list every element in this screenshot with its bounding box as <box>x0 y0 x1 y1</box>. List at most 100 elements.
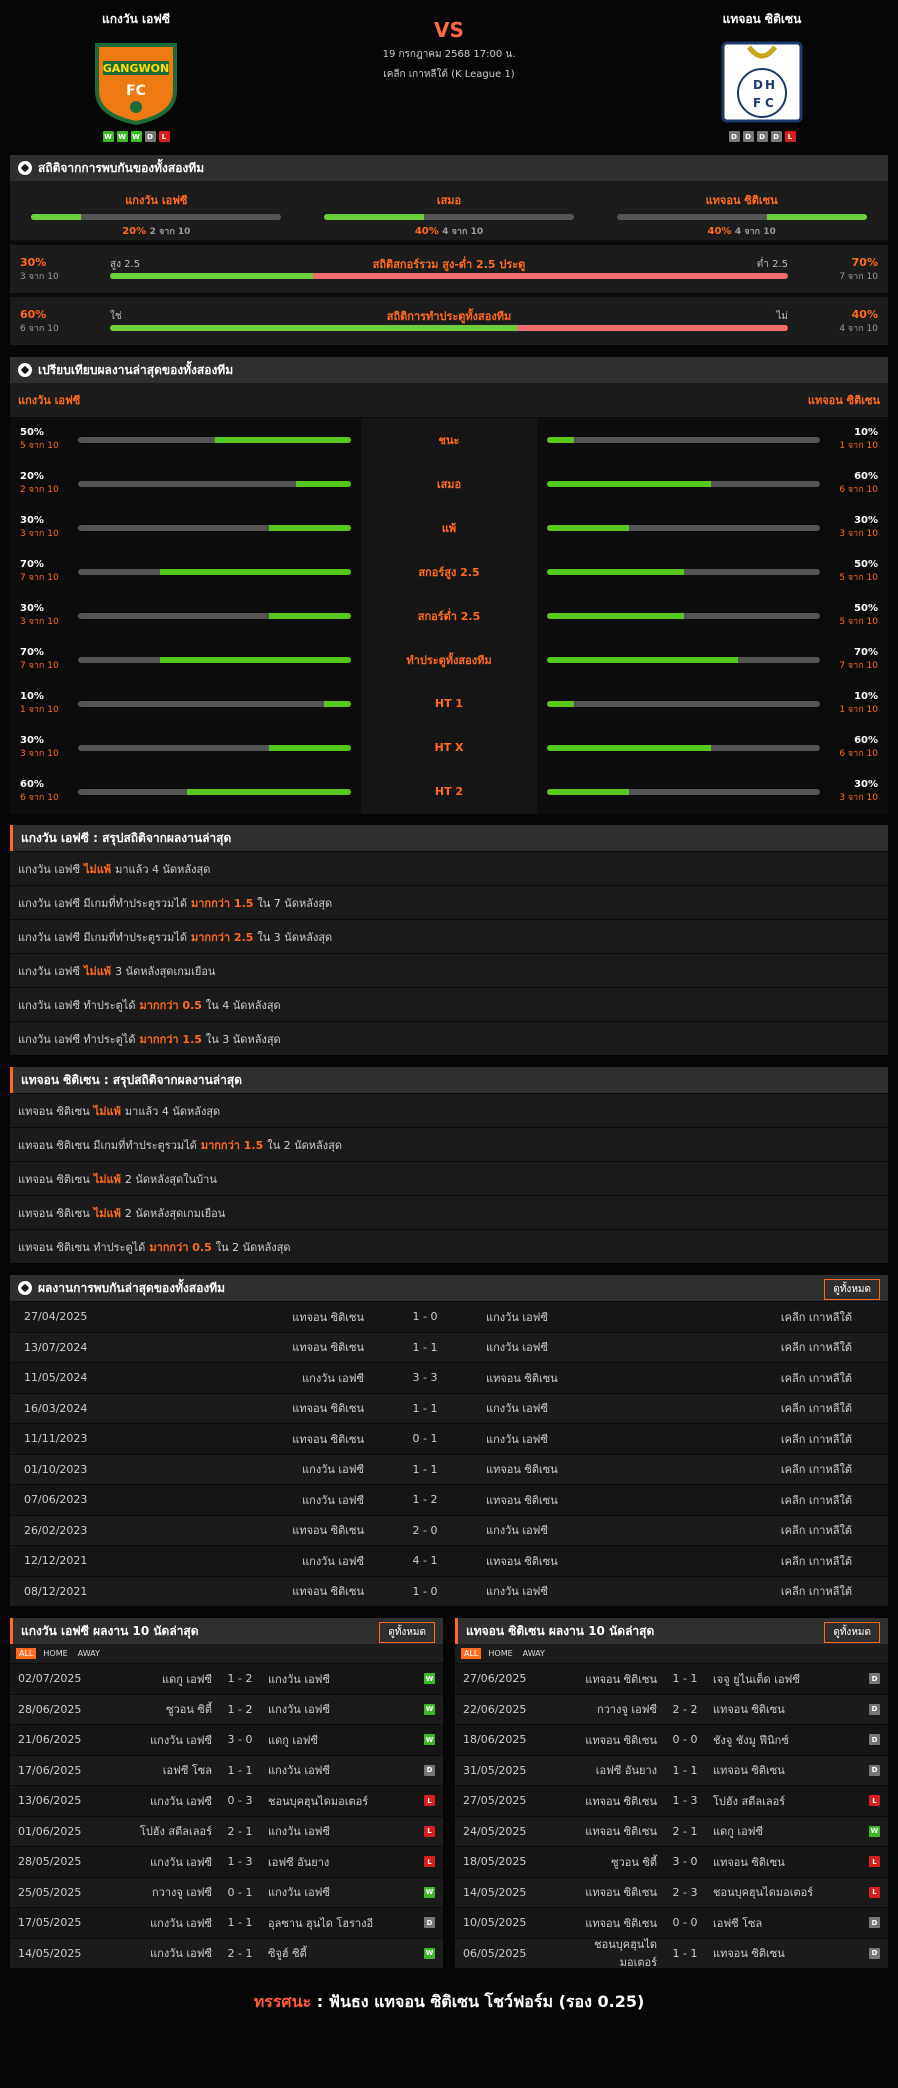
summary-row: แกงวัน เอฟซี ทำประตูได้ มากกว่า 1.5 ใน 3 น… <box>10 1021 888 1055</box>
compare-label: ทำประตูทั้งสองทีม <box>361 637 537 682</box>
compare-away-pct: 60% 6 จาก 10 <box>820 471 878 496</box>
tab-home[interactable]: HOME <box>40 1648 70 1659</box>
compare-label: แพ้ <box>361 505 537 550</box>
list-item[interactable]: 18/06/2025 แทจอน ซิติเซน 0 - 0 ชังจู ชังมู … <box>455 1724 888 1755</box>
summary-detail: ใน 7 นัดหลังสุด <box>257 896 333 910</box>
h2h-outcome-bar <box>31 214 282 220</box>
tab-all[interactable]: ALL <box>461 1648 482 1659</box>
table-row[interactable]: 16/03/2024 แทจอน ซิติเซน 1 - 1 แกงวัน เอฟซี… <box>10 1392 888 1423</box>
ou-left-pct: 30% <box>20 255 47 269</box>
match-home: กวางจู เอฟซี <box>597 1703 657 1717</box>
list-item[interactable]: 25/05/2025 กวางจู เอฟซี 0 - 1 แกงวัน เอฟซี W <box>10 1876 443 1907</box>
away-view-all-button[interactable]: ดูทั้งหมด <box>824 1622 880 1643</box>
summary-highlight: ไม่แพ้ <box>93 1104 121 1118</box>
list-item[interactable]: 28/05/2025 แกงวัน เอฟซี 1 - 3 เอฟซี อันยาง L <box>10 1846 443 1877</box>
result-badge: D <box>869 1917 880 1929</box>
result-badge: D <box>869 1703 880 1715</box>
view-all-button[interactable]: ดูทั้งหมด <box>824 1279 880 1300</box>
compare-home: 30% 3 จาก 10 <box>10 593 361 638</box>
list-item[interactable]: 14/05/2025 แทจอน ซิติเซน 2 - 3 ชอนบุคฮุนไดม… <box>455 1876 888 1907</box>
summary-subject: แทจอน ซิติเซน <box>18 1172 90 1186</box>
match-score: 1 - 1 <box>672 1946 698 1960</box>
compare-home: 50% 5 จาก 10 <box>10 417 361 462</box>
match-away: ชอนบุคฮุนไดมอเตอร์ <box>713 1886 814 1900</box>
match-date: 18/05/2025 <box>463 1855 527 1869</box>
list-item[interactable]: 14/05/2025 แกงวัน เอฟซี 2 - 1 ซิจูฮ์ ซิตี้ W <box>10 1937 443 1968</box>
form-compare: เปรียบเทียบผลงานล่าสุดของทั้งสองทีม แกงว… <box>10 357 888 814</box>
list-item[interactable]: 17/06/2025 เอฟซี โซล 1 - 1 แกงวัน เอฟซี D <box>10 1754 443 1785</box>
list-item[interactable]: 17/05/2025 แกงวัน เอฟซี 1 - 1 อุลซาน ฮุนได … <box>10 1907 443 1938</box>
list-item[interactable]: 21/06/2025 แกงวัน เอฟซี 3 - 0 แดกู เอฟซี W <box>10 1724 443 1755</box>
away-filter-tabs: ALL HOME AWAY <box>455 1644 888 1663</box>
h2h-outcome-of: 2 จาก 10 <box>149 227 191 237</box>
match-date: 27/06/2025 <box>463 1672 527 1686</box>
list-item[interactable]: 22/06/2025 กวางจู เอฟซี 2 - 2 แทจอน ซิติเซน… <box>455 1693 888 1724</box>
ou-bar <box>110 273 788 279</box>
compare-away: 10% 1 จาก 10 <box>537 681 888 726</box>
match-score: 2 - 2 <box>672 1702 698 1716</box>
list-item[interactable]: 24/05/2025 แทจอน ซิติเซน 2 - 1 แดกู เอฟซี W <box>455 1815 888 1846</box>
home-view-all-button[interactable]: ดูทั้งหมด <box>379 1622 435 1643</box>
compare-away-fill <box>547 568 684 575</box>
table-row[interactable]: 13/07/2024 แทจอน ซิติเซน 1 - 1 แกงวัน เอฟซี… <box>10 1331 888 1362</box>
list-item[interactable]: 18/05/2025 ซูวอน ซิตี้ 3 - 0 แทจอน ซิติเซน L <box>455 1846 888 1877</box>
tab-all[interactable]: ALL <box>16 1648 37 1659</box>
compare-away-bar <box>547 524 820 531</box>
match-home: แทจอน ซิติเซน <box>585 1825 657 1839</box>
result-badge: L <box>424 1825 435 1837</box>
table-row[interactable]: 08/12/2021 แทจอน ซิติเซน 1 - 0 แกงวัน เอฟซี… <box>10 1575 888 1606</box>
result-home: แทจอน ซิติเซน <box>292 1432 364 1446</box>
match-away: แกงวัน เอฟซี <box>268 1703 330 1717</box>
compare-row: 70% 7 จาก 10 ทำประตูทั้งสองทีม 70% 7 จาก 10 <box>10 637 888 682</box>
list-item[interactable]: 01/06/2025 โปฮัง สตีลเลอร์ 2 - 1 แกงวัน เอฟ… <box>10 1815 443 1846</box>
list-item[interactable]: 10/05/2025 แทจอน ซิติเซน 0 - 0 เอฟซี โซล D <box>455 1907 888 1938</box>
result-date: 11/11/2023 <box>24 1432 88 1446</box>
table-row[interactable]: 12/12/2021 แกงวัน เอฟซี 4 - 1 แทจอน ซิติเซน… <box>10 1545 888 1576</box>
result-league: เคลีก เกาหลีใต้ <box>780 1371 852 1385</box>
list-item[interactable]: 27/06/2025 แทจอน ซิติเซน 1 - 1 เจจู ยูไนเต็… <box>455 1663 888 1694</box>
compare-home-of: 2 จาก 10 <box>20 485 59 495</box>
result-away: แกงวัน เอฟซี <box>486 1402 548 1416</box>
match-away: ชอนบุคฮุนไดมอเตอร์ <box>268 1794 369 1808</box>
tab-away[interactable]: AWAY <box>75 1648 103 1659</box>
compare-away-fill <box>547 612 684 619</box>
result-badge: D <box>869 1673 880 1685</box>
result-score: 0 - 1 <box>412 1432 438 1446</box>
tab-away[interactable]: AWAY <box>520 1648 548 1659</box>
result-home: แทจอน ซิติเซน <box>292 1585 364 1599</box>
h2h-outcome: เสมอ 40% 4 จาก 10 <box>323 191 574 240</box>
form-badge: D <box>144 131 156 142</box>
summary-subject: แทจอน ซิติเซน <box>18 1104 90 1118</box>
result-away: แกงวัน เอฟซี <box>486 1432 548 1446</box>
list-item[interactable]: 31/05/2025 เอฟซี อันยาง 1 - 1 แทจอน ซิติเซน… <box>455 1754 888 1785</box>
summary-detail: มาแล้ว 4 นัดหลังสุด <box>124 1104 221 1118</box>
summary-row: แทจอน ซิติเซน มีเกมที่ทำประตูรวมได้ มากกว… <box>10 1127 888 1161</box>
table-row[interactable]: 27/04/2025 แทจอน ซิติเซน 1 - 0 แกงวัน เอฟซี… <box>10 1301 888 1332</box>
compare-away-fill <box>547 524 629 531</box>
table-row[interactable]: 11/11/2023 แทจอน ซิติเซน 0 - 1 แกงวัน เอฟซี… <box>10 1423 888 1454</box>
svg-text:FC: FC <box>126 83 146 99</box>
result-home: แทจอน ซิติเซน <box>292 1341 364 1355</box>
table-row[interactable]: 07/06/2023 แกงวัน เอฟซี 1 - 2 แทจอน ซิติเซน… <box>10 1484 888 1515</box>
table-row[interactable]: 26/02/2023 แทจอน ซิติเซน 2 - 0 แกงวัน เอฟซี… <box>10 1514 888 1545</box>
compare-home: 30% 3 จาก 10 <box>10 505 361 550</box>
match-date: 10/05/2025 <box>463 1916 527 1930</box>
match-away: แกงวัน เอฟซี <box>268 1764 330 1778</box>
list-item[interactable]: 02/07/2025 แดกู เอฟซี 1 - 2 แกงวัน เอฟซี W <box>10 1663 443 1694</box>
list-item[interactable]: 13/06/2025 แกงวัน เอฟซี 0 - 3 ชอนบุคฮุนไดมอ… <box>10 1785 443 1816</box>
tab-home[interactable]: HOME <box>485 1648 515 1659</box>
match-away: แทจอน ซิติเซน <box>713 1947 785 1961</box>
match-date: 24/05/2025 <box>463 1824 527 1838</box>
list-item[interactable]: 06/05/2025 ชอนบุคฮุนไดมอเตอร์ 1 - 1 แทจอน ซ… <box>455 1937 888 1969</box>
summary-subject: แกงวัน เอฟซี <box>18 862 80 876</box>
home-last-ten: แกงวัน เอฟซี ผลงาน 10 นัดล่าสุด ดูทั้งหมด… <box>10 1618 443 1968</box>
compare-home-pct-value: 70% <box>20 559 44 570</box>
list-item[interactable]: 27/05/2025 แทจอน ซิติเซน 1 - 3 โปฮัง สตีลเล… <box>455 1785 888 1816</box>
compare-home: 20% 2 จาก 10 <box>10 461 361 506</box>
match-date: 28/06/2025 <box>18 1702 82 1716</box>
list-item[interactable]: 28/06/2025 ซูวอน ซิตี้ 1 - 2 แกงวัน เอฟซี W <box>10 1693 443 1724</box>
table-row[interactable]: 01/10/2023 แกงวัน เอฟซี 1 - 1 แทจอน ซิติเซน… <box>10 1453 888 1484</box>
table-row[interactable]: 11/05/2024 แกงวัน เอฟซี 3 - 3 แทจอน ซิติเซน… <box>10 1362 888 1393</box>
result-away: แกงวัน เอฟซี <box>486 1585 548 1599</box>
match-home: แกงวัน เอฟซี <box>150 1916 212 1930</box>
